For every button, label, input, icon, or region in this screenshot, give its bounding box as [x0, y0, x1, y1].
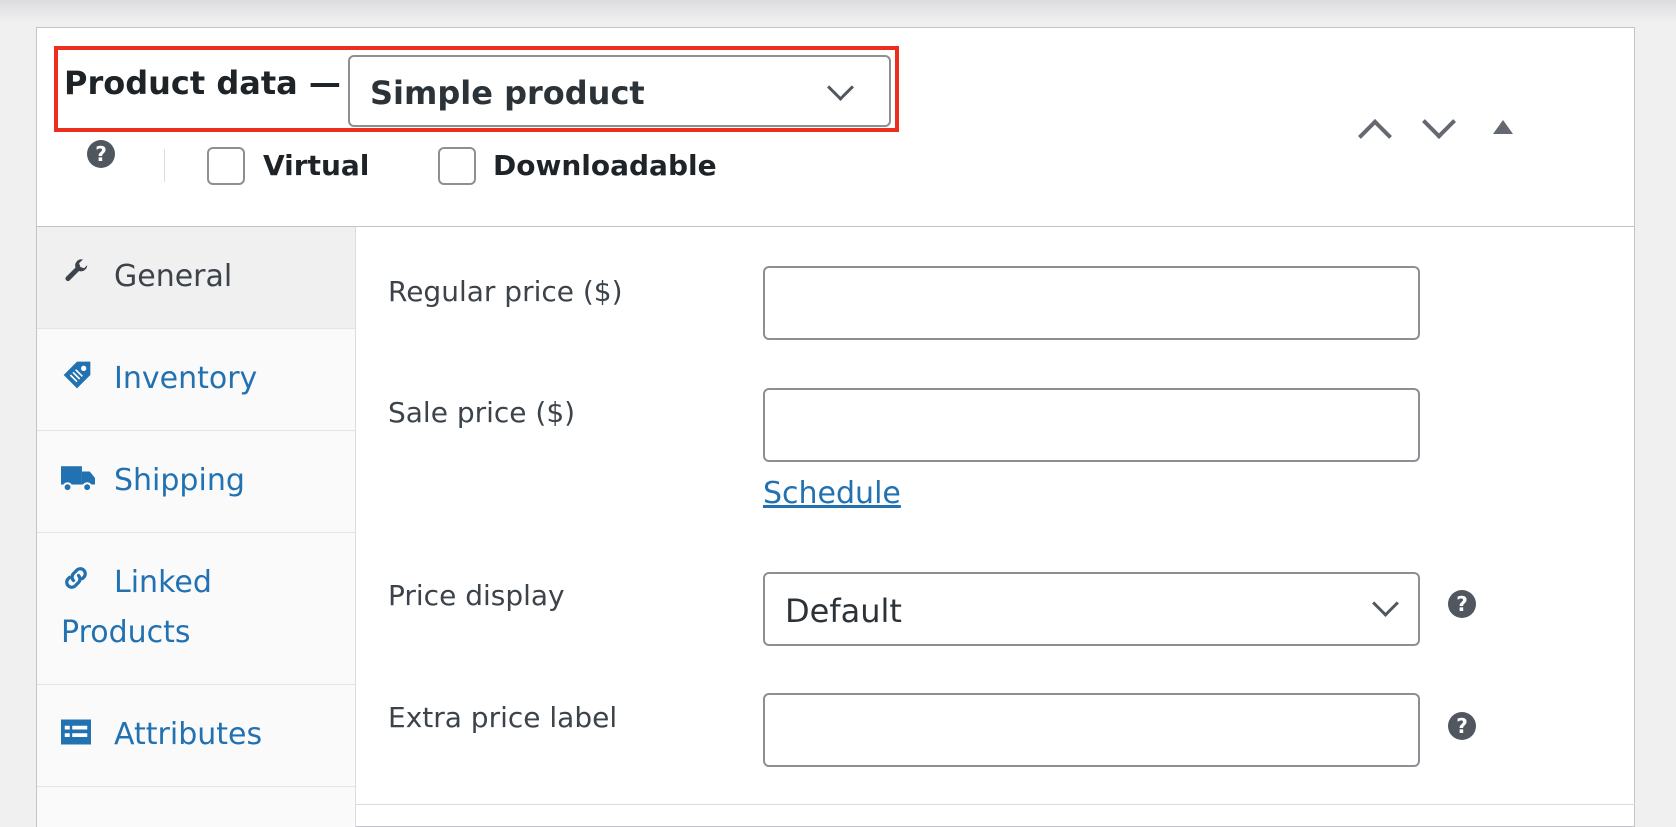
- tab-linked-products[interactable]: Linked Products: [37, 533, 355, 685]
- truck-icon: [61, 466, 95, 493]
- wrench-icon: [65, 259, 88, 281]
- extra-price-help-icon[interactable]: ?: [1448, 712, 1476, 740]
- list-icon: [61, 719, 91, 745]
- top-shadow: [0, 0, 1676, 22]
- header-divider: [164, 149, 165, 182]
- tab-inventory[interactable]: Inventory: [37, 329, 355, 431]
- downloadable-checkbox[interactable]: [438, 147, 476, 185]
- tag-icon: [63, 361, 91, 389]
- extra-price-label: Extra price label: [388, 701, 618, 734]
- regular-price-input[interactable]: [763, 266, 1420, 340]
- toggle-panel-button[interactable]: [1483, 108, 1523, 148]
- tab-label: General: [114, 259, 233, 294]
- chevron-down-icon: [1372, 590, 1399, 617]
- section-divider: [356, 804, 1635, 805]
- panel-header: Product data — Simple product ? Virtual …: [37, 28, 1634, 227]
- virtual-checkbox[interactable]: [207, 147, 245, 185]
- regular-price-label: Regular price ($): [388, 275, 623, 308]
- tab-label: Shipping: [114, 463, 245, 498]
- product-type-select[interactable]: Simple product: [348, 55, 891, 127]
- tab-label: Inventory: [114, 361, 258, 396]
- move-up-button[interactable]: [1353, 108, 1397, 153]
- move-down-button[interactable]: [1417, 104, 1461, 148]
- schedule-link[interactable]: Schedule: [763, 476, 901, 511]
- product-data-tabs: General Inventory Shipping Linked Produc…: [37, 227, 356, 827]
- sale-price-input[interactable]: [763, 388, 1420, 462]
- price-display-label: Price display: [388, 579, 565, 612]
- extra-price-input[interactable]: [763, 693, 1420, 767]
- chevron-up-icon: [1358, 119, 1392, 153]
- link-icon: [65, 567, 87, 589]
- tab-label-line1: Linked: [114, 565, 212, 600]
- price-display-help-icon[interactable]: ?: [1448, 590, 1476, 618]
- tab-general[interactable]: General: [37, 227, 355, 329]
- price-display-select[interactable]: Default: [763, 572, 1420, 646]
- virtual-label: Virtual: [263, 149, 370, 182]
- chevron-down-icon: [1422, 105, 1456, 139]
- triangle-up-icon: [1493, 120, 1513, 134]
- product-data-panel: Product data — Simple product ? Virtual …: [36, 27, 1635, 827]
- tab-label-line2: Products: [61, 615, 191, 650]
- chevron-down-icon: [827, 74, 854, 101]
- downloadable-label: Downloadable: [493, 149, 717, 182]
- tab-attributes[interactable]: Attributes: [37, 685, 355, 787]
- tab-label: Attributes: [114, 717, 263, 752]
- sale-price-label: Sale price ($): [388, 396, 576, 429]
- price-display-value: Default: [785, 592, 902, 630]
- product-type-value: Simple product: [370, 74, 645, 112]
- panel-title: Product data —: [64, 64, 341, 102]
- help-icon[interactable]: ?: [87, 140, 115, 168]
- tab-shipping[interactable]: Shipping: [37, 431, 355, 533]
